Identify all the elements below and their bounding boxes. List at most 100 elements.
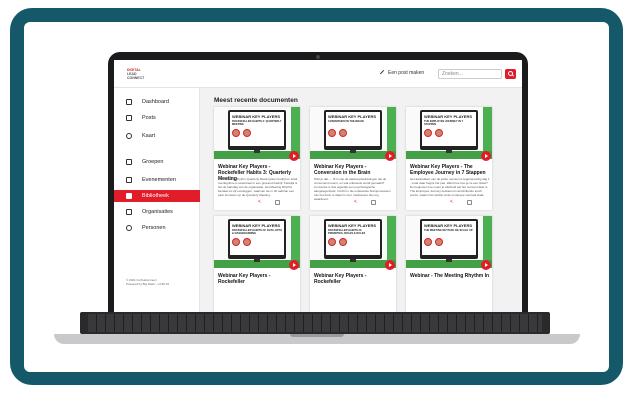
play-button[interactable] xyxy=(385,151,395,161)
sidebar-item-label: Bibliotheek xyxy=(142,193,169,199)
thumb-title: WEBINAR KEY PLAYERS xyxy=(232,223,281,228)
thumb-accent xyxy=(291,107,300,151)
people-icon xyxy=(126,225,132,231)
sidebar-item-label: Groepen xyxy=(142,159,164,165)
share-icon[interactable]: < xyxy=(258,200,263,205)
sidebar-item-label: Evenementen xyxy=(142,177,176,183)
card-thumbnail[interactable]: WEBINAR KEY PLAYERS THE MEETING RHYTHM: … xyxy=(406,216,492,268)
monitor-stand xyxy=(350,150,356,153)
thumb-title: WEBINAR KEY PLAYERS xyxy=(328,223,377,228)
posts-icon xyxy=(126,115,132,121)
page-title: Meest recente documenten xyxy=(214,97,298,104)
avatar xyxy=(339,238,347,246)
thumb-subtitle: CONVERSION IN THE BRAIN xyxy=(328,120,364,123)
thumb-title: WEBINAR KEY PLAYERS xyxy=(232,114,281,119)
monitor-stand xyxy=(254,259,260,262)
share-icon[interactable]: < xyxy=(354,200,359,205)
search-input[interactable]: Zoeken... xyxy=(438,69,502,79)
laptop-screen: DIGITAL LEAD CONNECT Een post maken Zoek… xyxy=(114,60,522,312)
avatar xyxy=(232,129,240,137)
share-icon[interactable]: < xyxy=(450,200,455,205)
app-logo[interactable]: DIGITAL LEAD CONNECT xyxy=(127,68,149,82)
thumb-accent xyxy=(387,107,396,151)
card-actions: < xyxy=(450,200,472,205)
card-description: Het aantrekken van de juiste mensen is t… xyxy=(410,177,490,197)
avatar xyxy=(243,238,251,246)
card-title[interactable]: Webinar Key Players - Conversion in the … xyxy=(314,164,394,176)
card-actions: < xyxy=(354,200,376,205)
thumb-accent xyxy=(483,216,492,260)
monitor-stand xyxy=(446,150,452,153)
speaker-avatars xyxy=(424,129,443,137)
avatar xyxy=(435,129,443,137)
sidebar-item-organisaties[interactable]: Organisaties xyxy=(114,206,200,218)
thumb-accent xyxy=(387,216,396,260)
document-card[interactable]: WEBINAR KEY PLAYERS THE EMPLOYEE JOURNEY… xyxy=(406,107,492,210)
sidebar-item-label: Dashboard xyxy=(142,99,169,105)
speaker-avatars xyxy=(328,129,347,137)
card-description: Wist je dat......fit in van de aankoopbe… xyxy=(314,177,391,201)
logo-line-2: LEAD CONNECT xyxy=(127,72,145,80)
comment-icon[interactable] xyxy=(275,200,280,205)
new-post-button[interactable]: Een post maken xyxy=(379,69,425,77)
sidebar-item-groepen[interactable]: Groepen xyxy=(114,156,200,168)
sidebar-item-personen[interactable]: Personen xyxy=(114,222,200,234)
card-thumbnail[interactable]: WEBINAR KEY PLAYERS ROCKEFELLER HABITS #… xyxy=(214,216,300,268)
sidebar-item-kaart[interactable]: Kaart xyxy=(114,130,200,142)
library-icon xyxy=(126,193,132,199)
document-card[interactable]: WEBINAR KEY PLAYERS CONVERSION IN THE BR… xyxy=(310,107,396,210)
globe-icon xyxy=(126,133,132,139)
thumb-title: WEBINAR KEY PLAYERS xyxy=(328,114,377,119)
laptop-keyboard xyxy=(88,314,542,332)
sidebar-item-bibliotheek[interactable]: Bibliotheek xyxy=(114,190,200,202)
new-post-label: Een post maken xyxy=(388,70,425,76)
comment-icon[interactable] xyxy=(467,200,472,205)
card-thumbnail[interactable]: WEBINAR KEY PLAYERS THE EMPLOYEE JOURNEY… xyxy=(406,107,492,159)
card-thumbnail[interactable]: WEBINAR KEY PLAYERS CONVERSION IN THE BR… xyxy=(310,107,396,159)
thumb-accent xyxy=(483,107,492,151)
thumb-subtitle: THE EMPLOYEE JOURNEY IN 7 STAPPEN xyxy=(424,120,464,126)
avatar xyxy=(232,238,240,246)
card-title[interactable]: Webinar Key Players - Rockefeller xyxy=(218,273,298,285)
card-thumbnail[interactable]: WEBINAR KEY PLAYERS ROCKEFELLER HABITS 3… xyxy=(214,107,300,159)
document-card[interactable]: WEBINAR KEY PLAYERS ROCKEFELLER HABITS #… xyxy=(310,216,396,312)
play-button[interactable] xyxy=(481,260,491,270)
avatar xyxy=(328,238,336,246)
document-card[interactable]: WEBINAR KEY PLAYERS ROCKEFELLER HABITS 3… xyxy=(214,107,300,210)
calendar-icon xyxy=(126,177,132,183)
card-title[interactable]: Webinar Key Players - Rockefeller xyxy=(314,273,394,285)
thumb-title: WEBINAR KEY PLAYERS xyxy=(424,223,473,228)
speaker-avatars xyxy=(328,238,347,246)
sidebar-item-posts[interactable]: Posts xyxy=(114,112,200,124)
card-actions: < xyxy=(258,200,280,205)
speaker-avatars xyxy=(424,238,443,246)
sidebar-item-label: Posts xyxy=(142,115,156,121)
avatar xyxy=(424,238,432,246)
sidebar-item-label: Personen xyxy=(142,225,166,231)
organizations-icon xyxy=(126,209,132,215)
play-button[interactable] xyxy=(481,151,491,161)
play-button[interactable] xyxy=(289,260,299,270)
avatar xyxy=(328,129,336,137)
laptop-camera xyxy=(316,55,320,59)
comment-icon[interactable] xyxy=(371,200,376,205)
play-button[interactable] xyxy=(385,260,395,270)
sidebar-item-dashboard[interactable]: Dashboard xyxy=(114,96,200,108)
play-button[interactable] xyxy=(289,151,299,161)
card-description: The Meeting Rhythm Quarterly Meeting Een… xyxy=(218,177,298,197)
avatar xyxy=(243,129,251,137)
monitor-stand xyxy=(254,150,260,153)
thumb-subtitle: ROCKEFELLER HABITS #1: PRIORITIES, ROLES… xyxy=(328,229,366,235)
sidebar-item-evenementen[interactable]: Evenementen xyxy=(114,174,200,186)
search-button[interactable] xyxy=(505,69,516,79)
card-thumbnail[interactable]: WEBINAR KEY PLAYERS ROCKEFELLER HABITS #… xyxy=(310,216,396,268)
avatar xyxy=(424,129,432,137)
document-card[interactable]: WEBINAR KEY PLAYERS THE MEETING RHYTHM: … xyxy=(406,216,492,312)
speaker-avatars xyxy=(232,238,251,246)
home-icon xyxy=(126,99,132,105)
card-title[interactable]: Webinar - The Meeting Rhythm In xyxy=(410,273,490,279)
card-title[interactable]: Webinar Key Players - The Employee Journ… xyxy=(410,164,490,176)
avatar xyxy=(435,238,443,246)
sidebar-footer: © 2021 GoToaConnect Powered by Big Dash … xyxy=(126,278,169,286)
document-card[interactable]: WEBINAR KEY PLAYERS ROCKEFELLER HABITS #… xyxy=(214,216,300,312)
